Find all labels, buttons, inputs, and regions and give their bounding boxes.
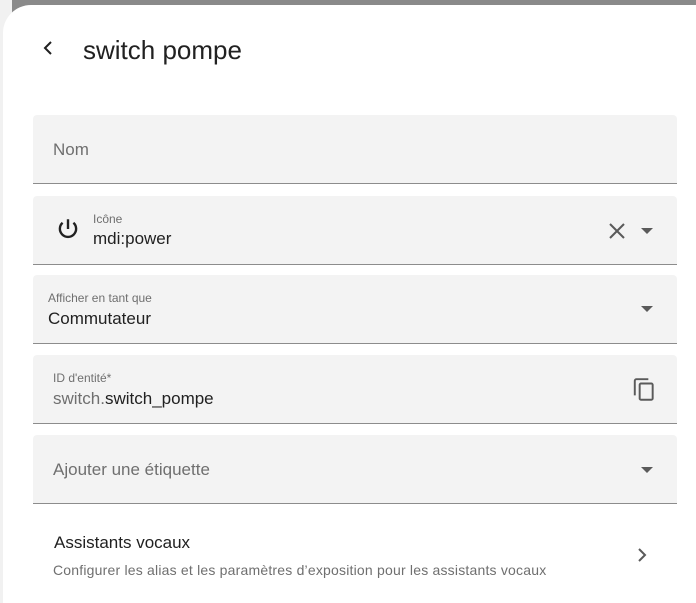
voice-assistants-title: Assistants vocaux — [54, 533, 191, 552]
caret-down-icon[interactable] — [640, 466, 654, 474]
chevron-right-icon — [638, 548, 647, 562]
entity-id-value: switch.switch_pompe — [53, 389, 214, 409]
caret-down-icon[interactable] — [640, 305, 654, 313]
voice-assistants-row[interactable]: Assistants vocaux Configurer les alias e… — [33, 518, 677, 588]
dialog-title: switch pompe — [83, 35, 242, 65]
entity-id-field[interactable]: ID d'entité* switch.switch_pompe — [33, 355, 677, 424]
back-button[interactable] — [33, 33, 63, 63]
icon-field-value: mdi:power — [93, 229, 172, 248]
entity-id-prefix: switch. — [53, 389, 105, 408]
add-label-placeholder: Ajouter une étiquette — [53, 460, 210, 479]
display-as-select[interactable]: Afficher en tant que Commutateur — [33, 275, 677, 344]
caret-down-icon[interactable] — [640, 227, 654, 235]
entity-id-label: ID d'entité* — [53, 371, 112, 385]
chevron-left-icon — [43, 41, 52, 55]
name-field[interactable]: Nom — [33, 115, 677, 184]
close-icon[interactable] — [607, 221, 627, 241]
icon-field-label: Icône — [93, 212, 123, 226]
icon-picker-field[interactable]: Icône mdi:power — [33, 196, 677, 265]
voice-assistants-subtitle: Configurer les alias et les paramètres d… — [53, 562, 547, 578]
name-placeholder: Nom — [53, 140, 89, 159]
entity-settings-dialog: switch pompe Nom Icône mdi:power Affiche… — [3, 5, 696, 603]
copy-icon[interactable] — [631, 377, 657, 403]
dialog-header: switch pompe — [3, 5, 696, 95]
power-icon — [58, 219, 78, 239]
entity-id-object: switch_pompe — [104, 389, 214, 408]
display-as-label: Afficher en tant que — [48, 291, 152, 305]
add-label-field[interactable]: Ajouter une étiquette — [33, 435, 677, 504]
display-as-value: Commutateur — [48, 309, 151, 328]
